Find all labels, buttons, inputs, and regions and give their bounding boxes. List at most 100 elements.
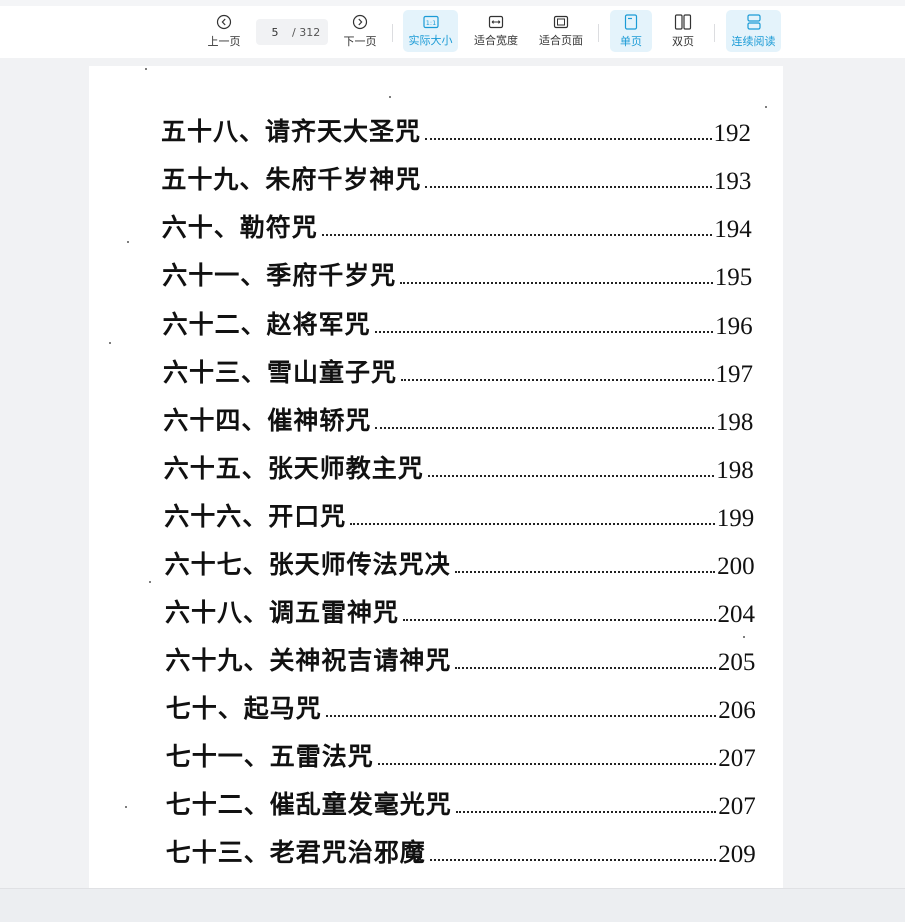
double-page-label: 双页 <box>672 34 694 48</box>
toc-entry: 七十一、五雷法咒 207 <box>166 739 756 773</box>
toc-entry-page: 198 <box>716 457 754 484</box>
toc-entry-title: 五十九、朱府千岁神咒 <box>161 165 422 194</box>
toc-entry: 六十六、开口咒 199 <box>164 499 754 533</box>
scan-speck <box>125 806 127 808</box>
fit-width-label: 适合宽度 <box>474 33 518 47</box>
scan-speck <box>145 68 147 70</box>
toc-entry-page: 206 <box>718 697 756 724</box>
toolbar-divider <box>714 24 715 42</box>
chevron-left-circle-icon <box>216 14 232 29</box>
toc-leader-dots <box>401 379 714 381</box>
toc-entry-page: 207 <box>718 745 756 772</box>
toc-entry-title: 七十、起马咒 <box>165 694 322 723</box>
toc-leader-dots <box>429 859 717 861</box>
toc-entry-title: 五十八、请齐天大圣咒 <box>161 117 422 146</box>
toc-entry-title: 六十六、开口咒 <box>164 502 347 531</box>
scan-speck <box>109 342 111 344</box>
actual-size-label: 实际大小 <box>408 33 453 47</box>
toc-leader-dots <box>374 331 714 333</box>
scan-speck <box>765 106 767 108</box>
toc-entry: 七十二、催乱童发毫光咒 207 <box>166 787 756 821</box>
toc-leader-dots <box>454 571 716 573</box>
toc-entry-page: 204 <box>717 601 756 628</box>
toc-entry: 七十、起马咒 206 <box>166 691 756 725</box>
toc-entry-title: 六十九、关神祝吉请神咒 <box>165 646 452 675</box>
toc-leader-dots <box>375 427 714 429</box>
toc-leader-dots <box>321 234 713 236</box>
toc-entry-page: 194 <box>714 216 752 243</box>
scan-speck <box>389 96 391 98</box>
scan-speck <box>127 241 129 243</box>
double-page-icon <box>674 13 692 30</box>
toc-leader-dots <box>400 282 713 284</box>
toc-entry-page: 198 <box>715 409 754 436</box>
prev-page-button[interactable]: 上一页 <box>200 10 248 52</box>
toc-entry: 六十一、季府千岁咒 195 <box>162 258 752 292</box>
actual-size-button[interactable]: 1:1 实际大小 <box>403 10 458 52</box>
toc-entry: 六十八、调五雷神咒 204 <box>165 595 755 629</box>
toolbar-divider <box>598 24 599 42</box>
double-page-button[interactable]: 双页 <box>662 10 704 52</box>
toc-entry-page: 195 <box>714 264 753 291</box>
fit-width-icon <box>488 15 504 28</box>
toc-entry-page: 209 <box>718 841 756 868</box>
toc-entry-title: 六十二、赵将军咒 <box>162 310 371 339</box>
toc-entry-page: 192 <box>713 120 752 147</box>
toc-entry: 六十二、赵将军咒 196 <box>163 307 753 341</box>
toc-entry-page: 193 <box>713 168 752 195</box>
toc-entry-title: 六十四、催神轿咒 <box>163 406 372 435</box>
continuous-reading-icon <box>746 13 761 30</box>
toc-leader-dots <box>425 138 712 140</box>
toc-entry-page: 200 <box>717 553 755 580</box>
toc-entry: 六十五、张天师教主咒 198 <box>164 451 754 485</box>
toc-leader-dots <box>403 619 716 621</box>
next-page-label: 下一页 <box>343 34 377 48</box>
fit-page-icon <box>553 15 569 28</box>
single-page-icon <box>624 13 638 30</box>
toc-leader-dots <box>455 811 717 813</box>
toc-entry: 六十、勒符咒 194 <box>162 210 752 244</box>
scan-speck <box>743 636 745 638</box>
toc-entry-title: 七十一、五雷法咒 <box>165 742 374 771</box>
toc-entry: 六十三、雪山童子咒 197 <box>163 355 753 389</box>
fit-page-label: 适合页面 <box>539 33 583 47</box>
toc-entry: 六十四、催神轿咒 198 <box>163 403 753 437</box>
toc-entry: 六十七、张天师传法咒决 200 <box>165 547 755 581</box>
next-page-button[interactable]: 下一页 <box>336 10 384 52</box>
total-pages: / 312 <box>292 25 321 39</box>
toc-entry-title: 六十三、雪山童子咒 <box>163 358 398 387</box>
toc-entry-title: 六十一、季府千岁咒 <box>162 261 397 290</box>
scan-speck <box>149 581 151 583</box>
viewer-toolbar: 上一页 / 312 下一页 1:1 实际大小 适合宽度 适合页面 <box>0 0 905 58</box>
toc-entry: 六十九、关神祝吉请神咒 205 <box>165 643 755 677</box>
toc-entry-title: 六十、勒符咒 <box>161 213 318 242</box>
toc-entry-title: 六十七、张天师传法咒决 <box>164 550 451 579</box>
continuous-reading-label: 连续阅读 <box>731 34 776 48</box>
page-number-input[interactable] <box>256 25 290 39</box>
svg-text:1:1: 1:1 <box>425 19 435 27</box>
single-page-button[interactable]: 单页 <box>610 10 652 52</box>
toc-leader-dots <box>350 523 715 525</box>
toc-entry-page: 205 <box>717 649 756 676</box>
toc-entry-page: 199 <box>716 505 755 532</box>
toc-entry: 五十九、朱府千岁神咒 193 <box>161 162 751 196</box>
toc-entry: 七十三、老君咒治邪魔 209 <box>166 835 756 869</box>
toc-leader-dots <box>377 763 717 765</box>
fit-page-button[interactable]: 适合页面 <box>533 10 589 52</box>
document-page: 五十八、请齐天大圣咒 192 五十九、朱府千岁神咒 193 六十、勒符咒 194 六十一、季… <box>89 66 783 892</box>
toc-entry: 五十八、请齐天大圣咒 192 <box>161 114 751 148</box>
toc-entry-page: 207 <box>718 793 756 820</box>
document-viewport[interactable]: 五十八、请齐天大圣咒 192 五十九、朱府千岁神咒 193 六十、勒符咒 194 六十一、季… <box>0 58 905 892</box>
toc-entry-title: 七十三、老君咒治邪魔 <box>165 838 426 867</box>
fit-width-button[interactable]: 适合宽度 <box>468 10 524 52</box>
chevron-right-circle-icon <box>352 14 368 29</box>
toc-leader-dots <box>325 715 717 717</box>
continuous-reading-button[interactable]: 连续阅读 <box>726 10 781 52</box>
toc-entry-title: 六十五、张天师教主咒 <box>163 454 424 483</box>
toc-entry-page: 196 <box>715 313 753 340</box>
single-page-label: 单页 <box>620 34 642 48</box>
toc-leader-dots <box>427 475 715 477</box>
toc-entry-page: 197 <box>715 361 754 388</box>
actual-size-icon: 1:1 <box>422 15 439 28</box>
page-number-box: / 312 <box>256 19 328 45</box>
